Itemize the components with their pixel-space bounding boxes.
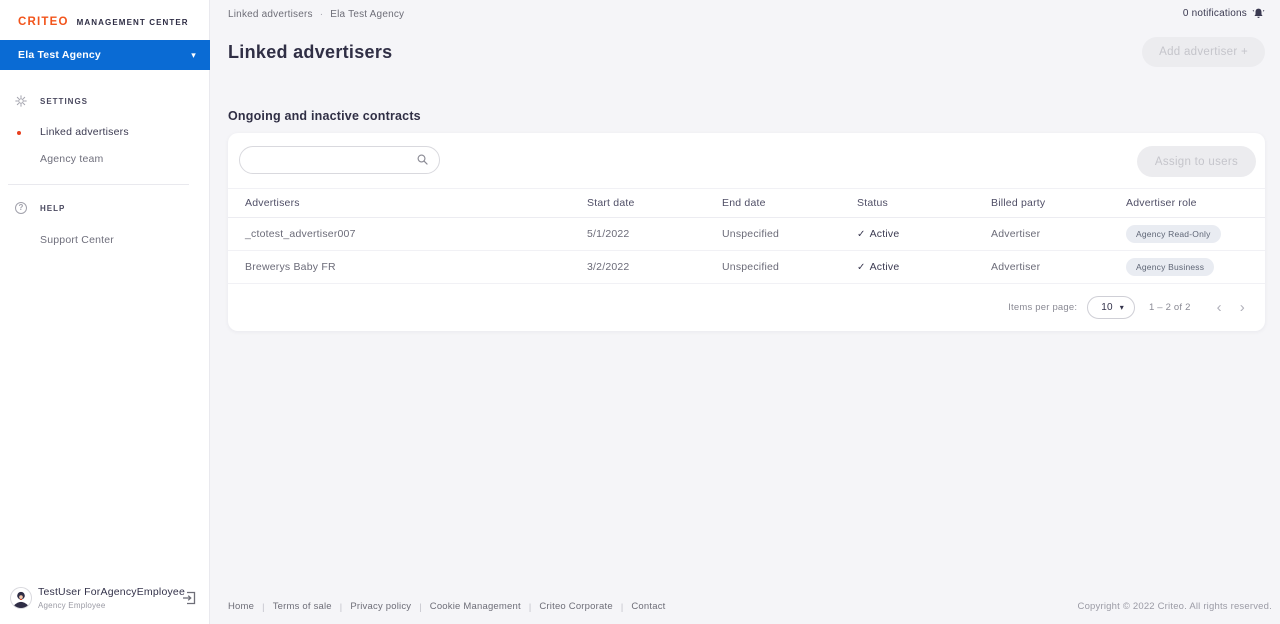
cell-advertiser-role: Agency Read-Only bbox=[1126, 225, 1265, 243]
logout-icon[interactable] bbox=[181, 590, 197, 606]
assign-to-users-button[interactable]: Assign to users bbox=[1137, 146, 1256, 177]
table-row[interactable]: _ctotest_advertiser007 5/1/2022 Unspecif… bbox=[228, 218, 1265, 251]
criteo-logo-text: CRITEO bbox=[18, 16, 69, 28]
status-text: Active bbox=[870, 228, 900, 240]
column-header-advertisers: Advertisers bbox=[245, 197, 587, 209]
breadcrumb-separator: · bbox=[320, 9, 324, 20]
help-section-label: HELP bbox=[40, 204, 65, 213]
management-center-label: MANAGEMENT CENTER bbox=[77, 18, 189, 27]
gear-icon bbox=[15, 95, 27, 107]
check-icon: ✓ bbox=[857, 229, 866, 240]
cell-advertiser: _ctotest_advertiser007 bbox=[245, 228, 587, 240]
footer-separator: | bbox=[621, 602, 624, 612]
sidebar-section-settings: SETTINGS bbox=[0, 93, 210, 109]
footer-link-privacy[interactable]: Privacy policy bbox=[350, 601, 411, 612]
footer-link-contact[interactable]: Contact bbox=[631, 601, 665, 612]
footer-separator: | bbox=[529, 602, 532, 612]
criteo-logo[interactable]: CRITEO MANAGEMENT CENTER bbox=[18, 12, 189, 30]
notifications-count: 0 notifications bbox=[1183, 8, 1247, 19]
question-icon: ? bbox=[15, 202, 27, 214]
sidebar-section-help: ? HELP bbox=[0, 200, 210, 216]
main-content: Linked advertisers · Ela Test Agency 0 n… bbox=[210, 0, 1280, 624]
column-header-end-date: End date bbox=[722, 197, 857, 209]
sidebar-item-support-center[interactable]: Support Center bbox=[0, 232, 210, 252]
footer-link-home[interactable]: Home bbox=[228, 601, 254, 612]
copyright-text: Copyright © 2022 Criteo. All rights rese… bbox=[1078, 601, 1272, 612]
search-input[interactable] bbox=[239, 146, 440, 174]
role-badge: Agency Read-Only bbox=[1126, 225, 1221, 243]
cell-status: ✓ Active bbox=[857, 261, 991, 273]
column-header-billed-party: Billed party bbox=[991, 197, 1126, 209]
footer-link-cookies[interactable]: Cookie Management bbox=[430, 601, 521, 612]
cell-billed-party: Advertiser bbox=[991, 228, 1126, 240]
sidebar-item-label: Agency team bbox=[40, 153, 103, 165]
check-icon: ✓ bbox=[857, 262, 866, 273]
avatar bbox=[10, 587, 32, 609]
search-wrap bbox=[239, 146, 440, 174]
contracts-table: Advertisers Start date End date Status B… bbox=[228, 188, 1265, 284]
cell-advertiser-role: Agency Business bbox=[1126, 258, 1265, 276]
user-role: Agency Employee bbox=[38, 601, 181, 610]
cell-end-date: Unspecified bbox=[722, 261, 857, 273]
role-badge: Agency Business bbox=[1126, 258, 1214, 276]
items-per-page-label: Items per page: bbox=[1008, 302, 1077, 313]
active-indicator-dot bbox=[17, 131, 21, 135]
breadcrumb: Linked advertisers · Ela Test Agency bbox=[228, 9, 404, 20]
footer-separator: | bbox=[419, 602, 422, 612]
chevron-down-icon: ▾ bbox=[191, 50, 196, 61]
add-advertiser-button[interactable]: Add advertiser + bbox=[1142, 37, 1265, 67]
previous-page-button[interactable]: ‹ bbox=[1217, 300, 1222, 315]
items-per-page-select[interactable]: 10 ▾ bbox=[1087, 296, 1135, 319]
items-per-page-value: 10 bbox=[1101, 302, 1113, 313]
column-header-advertiser-role: Advertiser role bbox=[1126, 197, 1265, 209]
user-meta: TestUser ForAgencyEmployee Agency Employ… bbox=[38, 586, 181, 610]
cell-end-date: Unspecified bbox=[722, 228, 857, 240]
footer-link-terms[interactable]: Terms of sale bbox=[273, 601, 332, 612]
sidebar-item-label: Linked advertisers bbox=[40, 126, 129, 138]
settings-section-label: SETTINGS bbox=[40, 97, 88, 106]
column-header-status: Status bbox=[857, 197, 991, 209]
sidebar-item-agency-team[interactable]: Agency team bbox=[0, 151, 210, 171]
cell-advertiser: Brewerys Baby FR bbox=[245, 261, 587, 273]
status-text: Active bbox=[870, 261, 900, 273]
sidebar-item-linked-advertisers[interactable]: Linked advertisers bbox=[0, 124, 210, 144]
next-page-button[interactable]: › bbox=[1240, 300, 1245, 315]
bell-icon bbox=[1252, 7, 1265, 20]
footer-link-corporate[interactable]: Criteo Corporate bbox=[539, 601, 612, 612]
footer: Home | Terms of sale | Privacy policy | … bbox=[228, 601, 1272, 612]
agency-selector-label: Ela Test Agency bbox=[18, 49, 191, 61]
table-row[interactable]: Brewerys Baby FR 3/2/2022 Unspecified ✓ A… bbox=[228, 251, 1265, 284]
section-heading: Ongoing and inactive contracts bbox=[228, 109, 421, 123]
cell-start-date: 3/2/2022 bbox=[587, 261, 722, 273]
footer-links: Home | Terms of sale | Privacy policy | … bbox=[228, 601, 666, 612]
breadcrumb-agency[interactable]: Ela Test Agency bbox=[330, 9, 404, 20]
agency-selector[interactable]: Ela Test Agency ▾ bbox=[0, 40, 210, 70]
column-header-start-date: Start date bbox=[587, 197, 722, 209]
breadcrumb-linked-advertisers[interactable]: Linked advertisers bbox=[228, 9, 313, 20]
footer-separator: | bbox=[340, 602, 343, 612]
table-header-row: Advertisers Start date End date Status B… bbox=[228, 188, 1265, 218]
sidebar-divider bbox=[8, 184, 189, 185]
sidebar: CRITEO MANAGEMENT CENTER Ela Test Agency … bbox=[0, 0, 210, 624]
chevron-down-icon: ▾ bbox=[1120, 303, 1124, 312]
cell-billed-party: Advertiser bbox=[991, 261, 1126, 273]
cell-start-date: 5/1/2022 bbox=[587, 228, 722, 240]
sidebar-item-label: Support Center bbox=[40, 234, 114, 246]
pagination-range: 1 – 2 of 2 bbox=[1149, 302, 1191, 313]
footer-separator: | bbox=[262, 602, 265, 612]
notifications-button[interactable]: 0 notifications bbox=[1183, 7, 1265, 20]
contracts-card: Assign to users Advertisers Start date E… bbox=[228, 133, 1265, 331]
cell-status: ✓ Active bbox=[857, 228, 991, 240]
page-title: Linked advertisers bbox=[228, 42, 392, 63]
user-block: TestUser ForAgencyEmployee Agency Employ… bbox=[10, 580, 197, 616]
user-name: TestUser ForAgencyEmployee bbox=[38, 586, 181, 598]
pagination: Items per page: 10 ▾ 1 – 2 of 2 ‹ › bbox=[228, 284, 1265, 331]
